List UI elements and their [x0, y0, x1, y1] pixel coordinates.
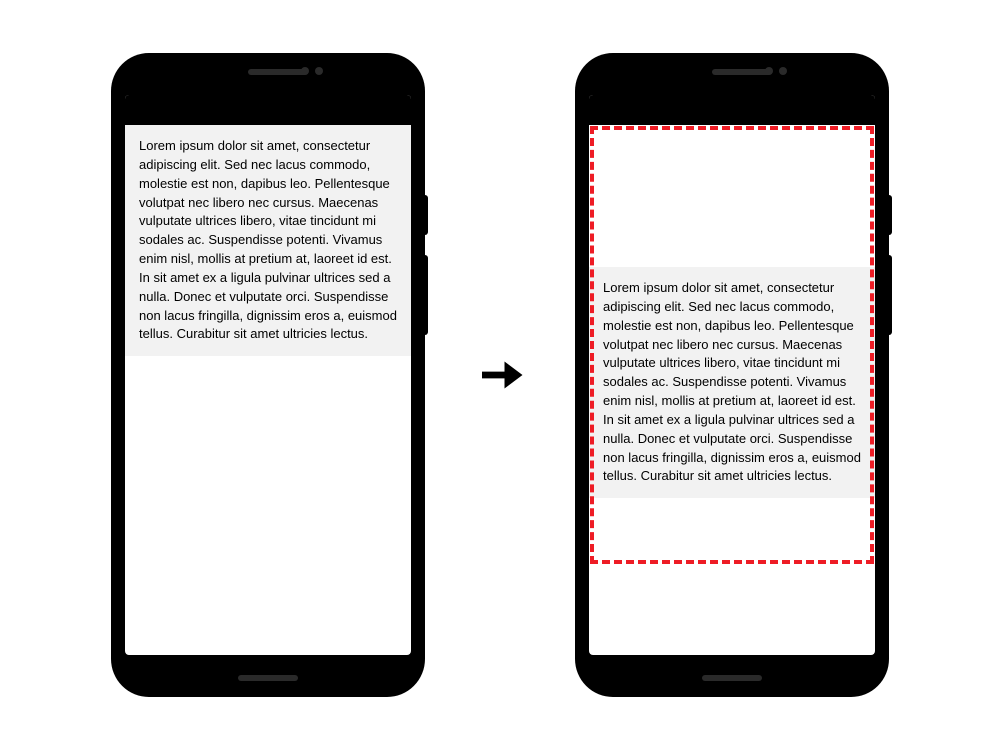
lorem-text-block: Lorem ipsum dolor sit amet, consectetur …	[125, 125, 411, 356]
arrow-right-icon	[473, 348, 527, 402]
status-bar	[589, 95, 875, 125]
camera-dots	[301, 67, 323, 75]
status-bar	[125, 95, 411, 125]
phone-after: Lorem ipsum dolor sit amet, consectetur …	[577, 55, 887, 695]
side-button	[423, 195, 428, 235]
side-button	[423, 255, 428, 335]
phone-screen: Lorem ipsum dolor sit amet, consectetur …	[125, 95, 411, 655]
camera-dots	[765, 67, 787, 75]
content-area: Lorem ipsum dolor sit amet, consectetur …	[125, 125, 411, 655]
top-spacer	[589, 125, 875, 267]
lorem-text-block: Lorem ipsum dolor sit amet, consectetur …	[589, 267, 875, 498]
content-area: Lorem ipsum dolor sit amet, consectetur …	[589, 125, 875, 655]
phone-screen: Lorem ipsum dolor sit amet, consectetur …	[589, 95, 875, 655]
side-button	[887, 195, 892, 235]
phone-before: Lorem ipsum dolor sit amet, consectetur …	[113, 55, 423, 695]
side-button	[887, 255, 892, 335]
